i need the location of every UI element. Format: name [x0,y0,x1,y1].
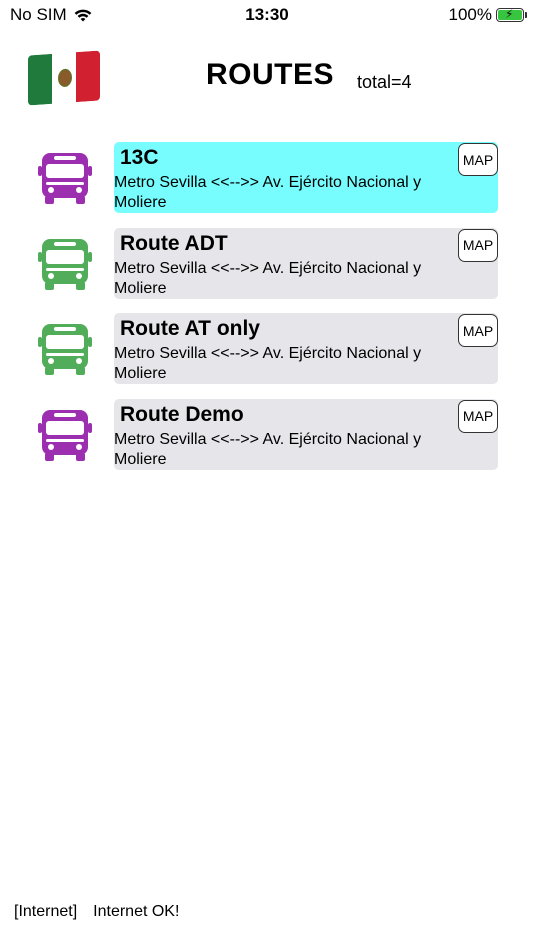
route-row[interactable]: 13C Metro Sevilla <<-->> Av. Ejército Na… [0,142,534,213]
route-row[interactable]: Route AT only Metro Sevilla <<-->> Av. E… [0,313,534,384]
connection-tag: [Internet] [14,903,78,920]
footer: [Internet] Internet OK! [14,903,179,921]
bus-icon [38,324,92,375]
battery-charging-icon: ⚡ [496,7,527,22]
route-row[interactable]: Route ADT Metro Sevilla <<-->> Av. Ejérc… [0,227,534,299]
route-description: Metro Sevilla <<-->> Av. Ejército Nacion… [114,430,422,468]
route-card[interactable]: 13C Metro Sevilla <<-->> Av. Ejército Na… [114,142,498,213]
route-description: Metro Sevilla <<-->> Av. Ejército Nacion… [114,259,422,297]
bus-icon [38,153,92,204]
route-name: Route Demo [120,402,244,426]
route-name: Route ADT [120,231,228,255]
map-button[interactable]: MAP [458,228,498,262]
route-card[interactable]: Route Demo Metro Sevilla <<-->> Av. Ejér… [114,398,498,470]
status-bar: No SIM 13:30 100% ⚡ [0,0,534,30]
route-description: Metro Sevilla <<-->> Av. Ejército Nacion… [114,345,422,382]
map-button[interactable]: MAP [458,314,498,347]
total-count: total=4 [357,72,412,92]
status-right: 100% ⚡ [448,5,527,25]
connection-status: Internet OK! [93,903,180,920]
route-card[interactable]: Route ADT Metro Sevilla <<-->> Av. Ejérc… [114,227,498,299]
route-name: Route AT only [120,317,260,340]
page-title: ROUTES [206,58,335,91]
map-button[interactable]: MAP [458,399,498,433]
bus-icon [38,409,92,461]
route-list: 13C Metro Sevilla <<-->> Av. Ejército Na… [0,142,534,484]
route-name: 13C [120,146,159,169]
bus-icon [38,238,92,290]
mexico-flag-icon[interactable] [28,50,100,106]
header: ROUTES total=4 [0,40,534,120]
route-card[interactable]: Route AT only Metro Sevilla <<-->> Av. E… [114,313,498,384]
map-button[interactable]: MAP [458,143,498,176]
route-row[interactable]: Route Demo Metro Sevilla <<-->> Av. Ejér… [0,398,534,470]
battery-percent: 100% [448,5,492,24]
route-description: Metro Sevilla <<-->> Av. Ejército Nacion… [114,174,422,211]
